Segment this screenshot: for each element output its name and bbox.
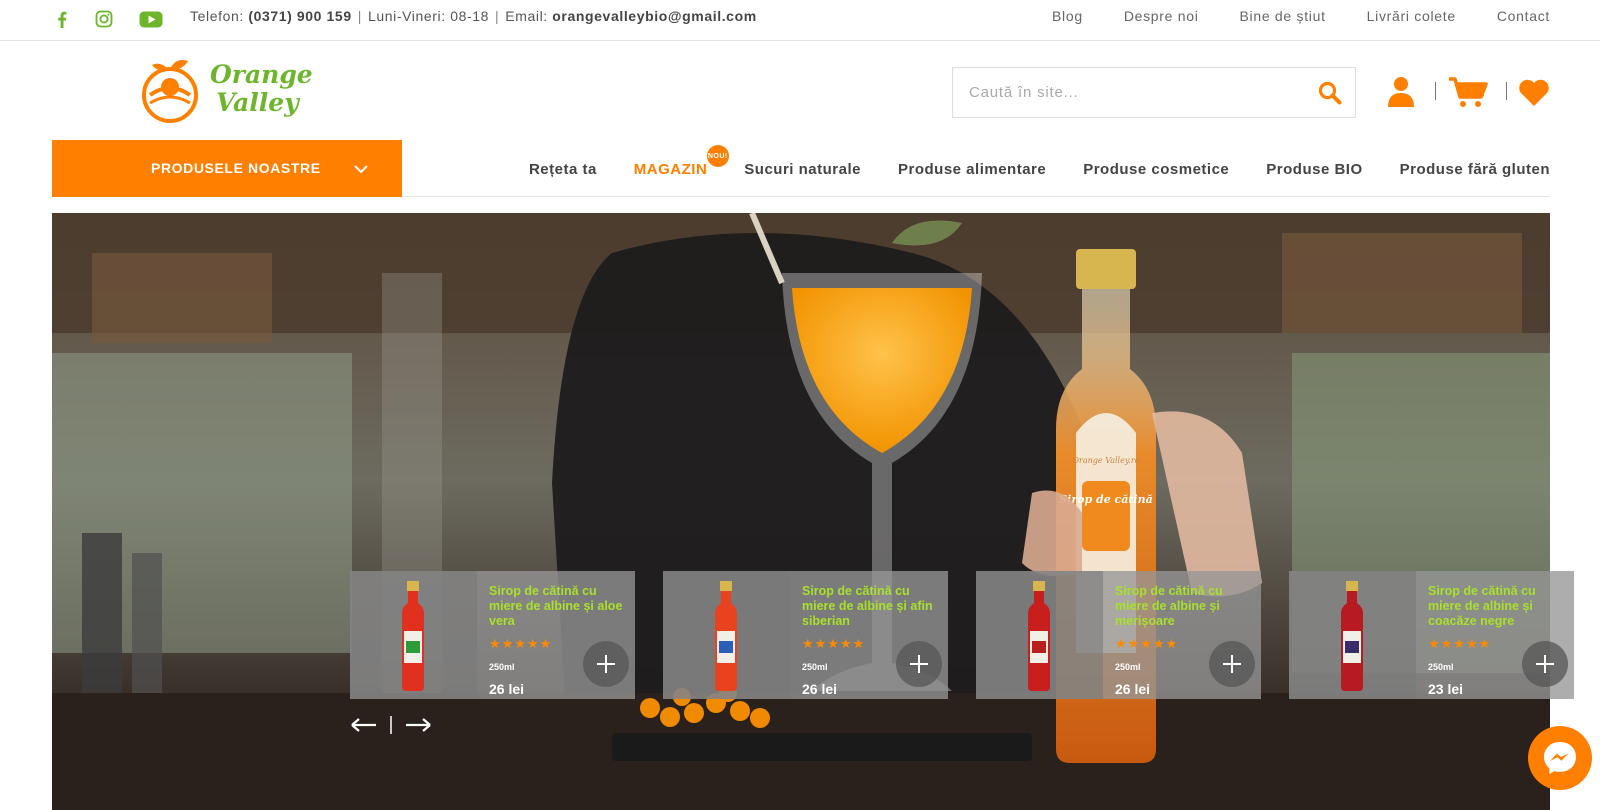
product-card[interactable]: Sirop de cătină cu miere de albine și me… (976, 571, 1261, 699)
nav-item-produse-cosmetice[interactable]: Produse cosmetice (1083, 161, 1229, 178)
site-logo[interactable]: Orange Valley (140, 55, 320, 130)
product-name[interactable]: Sirop de cătină cu miere de albine și al… (489, 584, 625, 629)
cart-icon[interactable] (1448, 76, 1488, 113)
product-volume: 250ml (1115, 662, 1141, 672)
star-rating: ★★★★★ (802, 636, 866, 651)
new-badge: NOU! (706, 145, 729, 167)
product-thumbnail[interactable] (976, 571, 1103, 699)
top-links: Blog Despre noi Bine de știut Livrări co… (1011, 8, 1550, 24)
products-menu-button[interactable]: PRODUSELE NOASTRE (52, 140, 402, 197)
email-address[interactable]: orangevalleybio@gmail.com (552, 8, 757, 24)
logo-wordmark: Orange Valley (210, 61, 313, 117)
nav-item-magazin[interactable]: MAGAZIN NOU! (633, 145, 729, 178)
instagram-icon[interactable] (91, 8, 117, 30)
product-volume: 250ml (802, 662, 828, 672)
contact-info: Telefon: (0371) 900 159 | Luni-Vineri: 08-… (190, 8, 757, 24)
messenger-chat-button[interactable] (1528, 726, 1592, 790)
facebook-icon[interactable] (49, 8, 75, 30)
toplink-bine-de-stiut[interactable]: Bine de știut (1240, 8, 1326, 24)
product-thumbnail[interactable] (1289, 571, 1416, 699)
hero-image: Sirop de cătină Orange Valley.ro (52, 213, 1550, 810)
plus-icon (597, 655, 615, 673)
nav-item-sucuri-naturale[interactable]: Sucuri naturale (744, 161, 861, 178)
star-rating: ★★★★★ (1115, 636, 1179, 651)
messenger-icon (1544, 742, 1576, 774)
nav-divider (402, 196, 1550, 197)
product-card[interactable]: Sirop de cătină cu miere de albine și co… (1289, 571, 1574, 699)
product-price: 26 lei (802, 681, 838, 697)
logo-line-1: Orange (210, 60, 313, 89)
nav-item-reteta-ta[interactable]: Rețeta ta (529, 161, 597, 178)
plus-icon (1536, 655, 1554, 673)
phone-label: Telefon: (190, 8, 244, 24)
nav-item-produse-fara-gluten[interactable]: Produse fără gluten (1400, 161, 1550, 178)
products-menu-label: PRODUSELE NOASTRE (151, 160, 321, 176)
toplink-contact[interactable]: Contact (1497, 8, 1550, 24)
add-to-cart-button[interactable] (1522, 641, 1568, 687)
toplink-blog[interactable]: Blog (1052, 8, 1083, 24)
product-name[interactable]: Sirop de cătină cu miere de albine și af… (802, 584, 938, 629)
product-name[interactable]: Sirop de cătină cu miere de albine și co… (1428, 584, 1564, 629)
plus-icon (1223, 655, 1241, 673)
nav-item-magazin-label: MAGAZIN (633, 161, 708, 178)
product-price: 26 lei (489, 681, 525, 697)
arrow-right-icon[interactable] (406, 718, 431, 732)
logo-line-2: Valley (216, 88, 299, 117)
product-price: 26 lei (1115, 681, 1151, 697)
opening-hours: Luni-Vineri: 08-18 (367, 8, 490, 24)
search-input[interactable] (953, 68, 1293, 117)
product-name[interactable]: Sirop de cătină cu miere de albine și me… (1115, 584, 1251, 629)
product-bottle-image (1028, 581, 1050, 691)
header-divider (1506, 82, 1507, 100)
star-rating: ★★★★★ (1428, 636, 1492, 651)
phone-number[interactable]: (0371) 900 159 (248, 8, 351, 24)
product-bottle-image (715, 581, 737, 691)
product-bottle-image (1341, 581, 1363, 691)
product-volume: 250ml (489, 662, 515, 672)
chevron-down-icon (354, 161, 368, 179)
toplink-despre-noi[interactable]: Despre noi (1124, 8, 1199, 24)
email-label: Email: (505, 8, 548, 24)
search-icon[interactable] (1317, 80, 1343, 106)
toplink-livrari-colete[interactable]: Livrări colete (1367, 8, 1456, 24)
main-nav: Rețeta ta MAGAZIN NOU! Sucuri naturale P… (492, 145, 1550, 178)
hero-banner: Sirop de cătină Orange Valley.ro (52, 213, 1550, 810)
user-icon[interactable] (1387, 76, 1415, 113)
youtube-icon[interactable] (137, 8, 165, 30)
orange-logo-icon (142, 60, 198, 123)
nav-item-produse-bio[interactable]: Produse BIO (1266, 161, 1362, 178)
nav-item-produse-alimentare[interactable]: Produse alimentare (898, 161, 1046, 178)
header-divider (1435, 82, 1436, 100)
heart-icon[interactable] (1518, 79, 1550, 112)
plus-icon (910, 655, 928, 673)
product-thumbnail[interactable] (663, 571, 790, 699)
product-volume: 250ml (1428, 662, 1454, 672)
top-bar: Telefon: (0371) 900 159 | Luni-Vineri: 08-… (0, 0, 1600, 41)
bottle-brand: Orange Valley.ro (1072, 456, 1139, 465)
product-bottle-image (402, 581, 424, 691)
search-box (952, 67, 1356, 118)
product-card[interactable]: Sirop de cătină cu miere de albine și al… (350, 571, 635, 699)
product-card[interactable]: Sirop de cătină cu miere de albine și af… (663, 571, 948, 699)
add-to-cart-button[interactable] (896, 641, 942, 687)
arrow-left-icon[interactable] (351, 718, 376, 732)
star-rating: ★★★★★ (489, 636, 553, 651)
add-to-cart-button[interactable] (583, 641, 629, 687)
slider-arrows (350, 714, 432, 736)
add-to-cart-button[interactable] (1209, 641, 1255, 687)
product-thumbnail[interactable] (350, 571, 477, 699)
product-price: 23 lei (1428, 681, 1464, 697)
